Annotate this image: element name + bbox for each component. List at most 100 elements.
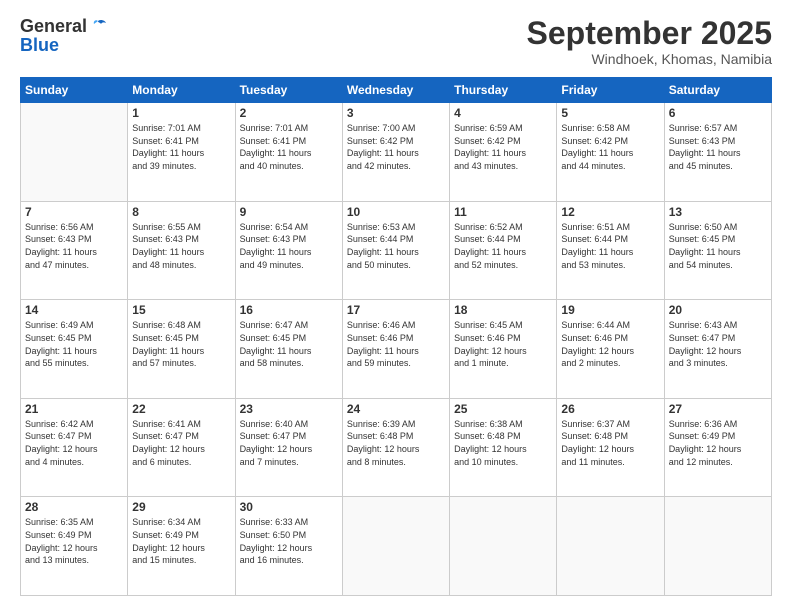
col-tuesday: Tuesday (235, 78, 342, 103)
day-number: 11 (454, 205, 552, 219)
day-info: Sunrise: 6:58 AMSunset: 6:42 PMDaylight:… (561, 122, 659, 172)
location: Windhoek, Khomas, Namibia (527, 51, 772, 67)
table-row: 18 Sunrise: 6:45 AMSunset: 6:46 PMDayligh… (450, 300, 557, 399)
table-row: 14 Sunrise: 6:49 AMSunset: 6:45 PMDayligh… (21, 300, 128, 399)
day-number: 25 (454, 402, 552, 416)
col-saturday: Saturday (664, 78, 771, 103)
logo-bird-icon (89, 19, 107, 35)
day-number: 7 (25, 205, 123, 219)
calendar-week-row: 1 Sunrise: 7:01 AMSunset: 6:41 PMDaylight… (21, 103, 772, 202)
day-number: 24 (347, 402, 445, 416)
day-number: 29 (132, 500, 230, 514)
day-info: Sunrise: 6:57 AMSunset: 6:43 PMDaylight:… (669, 122, 767, 172)
title-block: September 2025 Windhoek, Khomas, Namibia (527, 16, 772, 67)
table-row: 7 Sunrise: 6:56 AMSunset: 6:43 PMDaylight… (21, 201, 128, 300)
day-number: 23 (240, 402, 338, 416)
day-number: 4 (454, 106, 552, 120)
day-info: Sunrise: 7:01 AMSunset: 6:41 PMDaylight:… (240, 122, 338, 172)
day-info: Sunrise: 6:35 AMSunset: 6:49 PMDaylight:… (25, 516, 123, 566)
table-row: 15 Sunrise: 6:48 AMSunset: 6:45 PMDayligh… (128, 300, 235, 399)
day-info: Sunrise: 6:53 AMSunset: 6:44 PMDaylight:… (347, 221, 445, 271)
day-number: 6 (669, 106, 767, 120)
day-info: Sunrise: 6:51 AMSunset: 6:44 PMDaylight:… (561, 221, 659, 271)
table-row: 12 Sunrise: 6:51 AMSunset: 6:44 PMDayligh… (557, 201, 664, 300)
day-info: Sunrise: 6:48 AMSunset: 6:45 PMDaylight:… (132, 319, 230, 369)
day-number: 19 (561, 303, 659, 317)
table-row: 26 Sunrise: 6:37 AMSunset: 6:48 PMDayligh… (557, 398, 664, 497)
day-info: Sunrise: 6:33 AMSunset: 6:50 PMDaylight:… (240, 516, 338, 566)
day-number: 26 (561, 402, 659, 416)
table-row (450, 497, 557, 596)
day-number: 28 (25, 500, 123, 514)
table-row: 3 Sunrise: 7:00 AMSunset: 6:42 PMDaylight… (342, 103, 449, 202)
day-info: Sunrise: 6:56 AMSunset: 6:43 PMDaylight:… (25, 221, 123, 271)
day-info: Sunrise: 6:39 AMSunset: 6:48 PMDaylight:… (347, 418, 445, 468)
table-row: 13 Sunrise: 6:50 AMSunset: 6:45 PMDayligh… (664, 201, 771, 300)
day-number: 9 (240, 205, 338, 219)
day-number: 8 (132, 205, 230, 219)
table-row (557, 497, 664, 596)
table-row: 4Sunrise: 6:59 AMSunset: 6:42 PMDaylight… (450, 103, 557, 202)
day-info: Sunrise: 6:38 AMSunset: 6:48 PMDaylight:… (454, 418, 552, 468)
day-number: 16 (240, 303, 338, 317)
table-row (21, 103, 128, 202)
table-row: 9 Sunrise: 6:54 AMSunset: 6:43 PMDaylight… (235, 201, 342, 300)
day-info: Sunrise: 7:00 AMSunset: 6:42 PMDaylight:… (347, 122, 445, 172)
day-number: 1 (132, 106, 230, 120)
table-row: 19Sunrise: 6:44 AMSunset: 6:46 PMDayligh… (557, 300, 664, 399)
day-info: Sunrise: 6:43 AMSunset: 6:47 PMDaylight:… (669, 319, 767, 369)
table-row: 30Sunrise: 6:33 AMSunset: 6:50 PMDayligh… (235, 497, 342, 596)
day-number: 20 (669, 303, 767, 317)
day-info: Sunrise: 6:49 AMSunset: 6:45 PMDaylight:… (25, 319, 123, 369)
day-number: 3 (347, 106, 445, 120)
table-row: 10Sunrise: 6:53 AMSunset: 6:44 PMDayligh… (342, 201, 449, 300)
table-row: 24 Sunrise: 6:39 AMSunset: 6:48 PMDayligh… (342, 398, 449, 497)
calendar-week-row: 28 Sunrise: 6:35 AMSunset: 6:49 PMDayligh… (21, 497, 772, 596)
day-info: Sunrise: 6:40 AMSunset: 6:47 PMDaylight:… (240, 418, 338, 468)
table-row: 11 Sunrise: 6:52 AMSunset: 6:44 PMDayligh… (450, 201, 557, 300)
day-number: 18 (454, 303, 552, 317)
day-info: Sunrise: 6:37 AMSunset: 6:48 PMDaylight:… (561, 418, 659, 468)
day-info: Sunrise: 6:50 AMSunset: 6:45 PMDaylight:… (669, 221, 767, 271)
table-row: 27Sunrise: 6:36 AMSunset: 6:49 PMDayligh… (664, 398, 771, 497)
table-row: 21 Sunrise: 6:42 AMSunset: 6:47 PMDayligh… (21, 398, 128, 497)
day-number: 13 (669, 205, 767, 219)
col-thursday: Thursday (450, 78, 557, 103)
table-row: 29 Sunrise: 6:34 AMSunset: 6:49 PMDayligh… (128, 497, 235, 596)
table-row: 25 Sunrise: 6:38 AMSunset: 6:48 PMDayligh… (450, 398, 557, 497)
day-number: 5 (561, 106, 659, 120)
table-row: 8 Sunrise: 6:55 AMSunset: 6:43 PMDaylight… (128, 201, 235, 300)
logo-blue-text: Blue (20, 35, 59, 56)
day-number: 22 (132, 402, 230, 416)
day-info: Sunrise: 6:34 AMSunset: 6:49 PMDaylight:… (132, 516, 230, 566)
table-row: 20 Sunrise: 6:43 AMSunset: 6:47 PMDayligh… (664, 300, 771, 399)
day-number: 14 (25, 303, 123, 317)
day-info: Sunrise: 6:52 AMSunset: 6:44 PMDaylight:… (454, 221, 552, 271)
header: General Blue September 2025 Windhoek, Kh… (20, 16, 772, 67)
calendar-page: General Blue September 2025 Windhoek, Kh… (0, 0, 792, 612)
calendar-week-row: 14 Sunrise: 6:49 AMSunset: 6:45 PMDayligh… (21, 300, 772, 399)
day-number: 27 (669, 402, 767, 416)
day-info: Sunrise: 6:41 AMSunset: 6:47 PMDaylight:… (132, 418, 230, 468)
table-row: 2 Sunrise: 7:01 AMSunset: 6:41 PMDaylight… (235, 103, 342, 202)
day-info: Sunrise: 6:45 AMSunset: 6:46 PMDaylight:… (454, 319, 552, 369)
calendar-header-row: Sunday Monday Tuesday Wednesday Thursday… (21, 78, 772, 103)
day-number: 15 (132, 303, 230, 317)
day-info: Sunrise: 6:47 AMSunset: 6:45 PMDaylight:… (240, 319, 338, 369)
table-row: 6 Sunrise: 6:57 AMSunset: 6:43 PMDaylight… (664, 103, 771, 202)
logo-general-text: General (20, 16, 87, 37)
table-row: 28 Sunrise: 6:35 AMSunset: 6:49 PMDayligh… (21, 497, 128, 596)
day-number: 21 (25, 402, 123, 416)
day-number: 12 (561, 205, 659, 219)
logo: General Blue (20, 16, 107, 56)
table-row: 16 Sunrise: 6:47 AMSunset: 6:45 PMDayligh… (235, 300, 342, 399)
col-sunday: Sunday (21, 78, 128, 103)
day-info: Sunrise: 6:42 AMSunset: 6:47 PMDaylight:… (25, 418, 123, 468)
col-friday: Friday (557, 78, 664, 103)
day-number: 2 (240, 106, 338, 120)
day-info: Sunrise: 6:54 AMSunset: 6:43 PMDaylight:… (240, 221, 338, 271)
day-info: Sunrise: 6:46 AMSunset: 6:46 PMDaylight:… (347, 319, 445, 369)
calendar-table: Sunday Monday Tuesday Wednesday Thursday… (20, 77, 772, 596)
col-monday: Monday (128, 78, 235, 103)
day-info: Sunrise: 6:55 AMSunset: 6:43 PMDaylight:… (132, 221, 230, 271)
